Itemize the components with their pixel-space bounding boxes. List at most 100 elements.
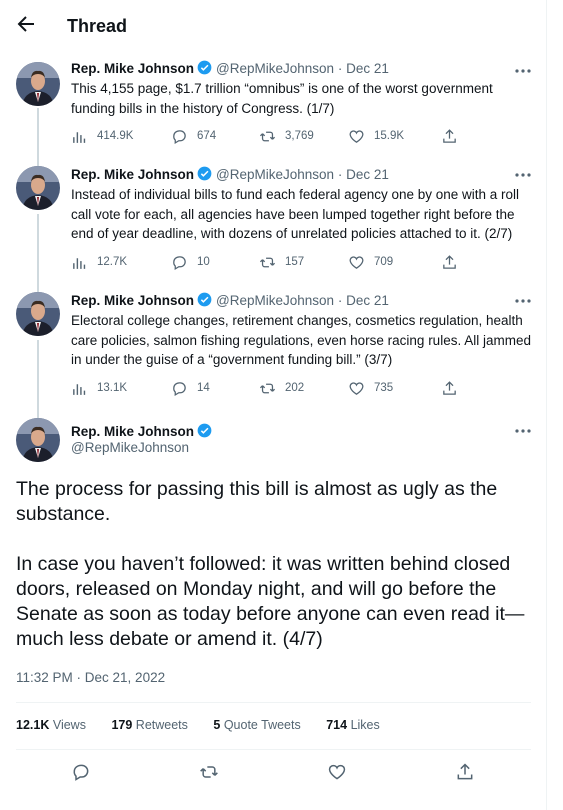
profile-photo — [16, 62, 60, 106]
verified-badge-icon — [197, 292, 212, 307]
separator: · — [337, 167, 343, 182]
retweet-icon — [259, 131, 276, 141]
more-icon — [515, 429, 531, 433]
author-handle[interactable]: @RepMikeJohnson — [216, 167, 334, 182]
divider — [16, 702, 531, 703]
back-button[interactable] — [14, 12, 38, 36]
profile-photo — [16, 418, 60, 462]
views-button[interactable]: 12.7K — [71, 252, 127, 272]
more-options-button[interactable] — [513, 292, 533, 310]
like-button[interactable]: 709 — [348, 252, 393, 272]
like-button[interactable]: 735 — [348, 378, 393, 398]
avatar[interactable] — [16, 292, 60, 336]
tweet-date[interactable]: Dec 21 — [346, 167, 389, 182]
verified-badge-icon — [197, 60, 212, 75]
author-handle[interactable]: @RepMikeJohnson — [71, 439, 189, 457]
author-name[interactable]: Rep. Mike Johnson — [71, 293, 194, 308]
more-options-button[interactable] — [513, 62, 533, 80]
avatar[interactable] — [16, 166, 60, 210]
thread-tweet[interactable]: Rep. Mike Johnson @RepMikeJohnson · Dec 2… — [0, 286, 547, 412]
main-tweet-paragraph: The process for passing this bill is alm… — [16, 478, 498, 525]
tweet-text: This 4,155 page, $1.7 trillion “omnibus”… — [71, 81, 493, 116]
separator: · — [337, 293, 343, 308]
author-handle[interactable]: @RepMikeJohnson — [216, 293, 334, 308]
quote-tweets-stat[interactable]: 5 Quote Tweets — [213, 718, 300, 732]
like-button[interactable]: 15.9K — [348, 126, 404, 146]
verified-badge-icon — [197, 166, 212, 181]
more-icon — [515, 69, 531, 73]
thread-tweet[interactable]: Rep. Mike Johnson @RepMikeJohnson · Dec 2… — [0, 54, 547, 158]
likes-stat[interactable]: 714 Likes — [326, 718, 380, 732]
reply-count: 10 — [197, 256, 210, 268]
reply-button[interactable]: 674 — [171, 126, 216, 146]
reply-icon — [173, 129, 186, 144]
share-icon — [443, 128, 456, 143]
thread-tweet[interactable]: Rep. Mike Johnson @RepMikeJohnson · Dec 2… — [0, 160, 547, 286]
avatar[interactable] — [16, 62, 60, 106]
views-button[interactable]: 13.1K — [71, 378, 127, 398]
more-icon — [515, 299, 531, 303]
tweet-meta: Rep. Mike Johnson @RepMikeJohnson · Dec 2… — [71, 292, 389, 310]
avatar[interactable] — [16, 418, 60, 462]
analytics-icon — [73, 131, 86, 143]
retweet-button[interactable] — [199, 762, 221, 784]
like-button[interactable] — [327, 762, 349, 784]
share-button[interactable] — [441, 252, 467, 272]
tweet-actions: 12.7K 10 157 709 — [71, 252, 471, 272]
author-name[interactable]: Rep. Mike Johnson — [71, 61, 194, 76]
share-icon — [457, 763, 473, 780]
thread-page: Thread Rep. Mike Johnson @RepMikeJohnson … — [0, 0, 547, 810]
reply-button[interactable] — [71, 762, 93, 784]
main-tweet-paragraph: In case you haven’t followed: it was wri… — [16, 553, 525, 650]
more-options-button[interactable] — [513, 166, 533, 184]
share-button[interactable] — [441, 126, 467, 146]
profile-photo — [16, 292, 60, 336]
main-tweet-actions — [0, 762, 547, 786]
tweet-actions: 414.9K 674 3,769 15.9K — [71, 126, 471, 146]
separator: · — [337, 61, 343, 76]
like-count: 709 — [374, 256, 394, 268]
views-count: 13.1K — [97, 382, 128, 394]
retweets-label: Retweets — [135, 718, 188, 732]
author-handle[interactable]: @RepMikeJohnson — [216, 61, 334, 76]
share-icon — [443, 254, 456, 269]
share-button[interactable] — [441, 378, 467, 398]
share-button[interactable] — [455, 762, 477, 784]
views-count: 12.1K — [16, 718, 50, 732]
author-name[interactable]: Rep. Mike Johnson — [71, 424, 194, 439]
like-count: 15.9K — [374, 130, 405, 142]
views-label: Views — [52, 718, 86, 732]
retweet-count: 3,769 — [285, 130, 314, 142]
retweet-button[interactable]: 202 — [259, 378, 304, 398]
views-button[interactable]: 414.9K — [71, 126, 133, 146]
reply-button[interactable]: 14 — [171, 378, 210, 398]
more-icon — [515, 173, 531, 177]
tweet-meta: Rep. Mike Johnson @RepMikeJohnson · Dec 2… — [71, 166, 389, 184]
reply-button[interactable]: 10 — [171, 252, 210, 272]
tweet-timestamp[interactable]: 11:32 PM · Dec 21, 2022 — [16, 669, 165, 687]
verified-badge-icon — [197, 423, 212, 438]
tweet-date[interactable]: Dec 21 — [346, 61, 389, 76]
tweet-text: Instead of individual bills to fund each… — [71, 187, 520, 241]
more-options-button[interactable] — [513, 422, 533, 440]
retweets-count: 179 — [111, 718, 133, 732]
author-name[interactable]: Rep. Mike Johnson — [71, 167, 194, 182]
tweet-date[interactable]: Dec 21 — [346, 293, 389, 308]
quotes-count: 5 — [213, 718, 221, 732]
retweet-button[interactable]: 3,769 — [259, 126, 314, 146]
reply-icon — [173, 255, 186, 270]
reply-icon — [73, 764, 89, 781]
main-tweet-text: The process for passing this bill is alm… — [16, 477, 536, 652]
heart-icon — [349, 381, 364, 395]
retweets-stat[interactable]: 179 Retweets — [111, 718, 187, 732]
retweet-button[interactable]: 157 — [259, 252, 304, 272]
heart-icon — [349, 129, 364, 143]
quotes-label: Quote Tweets — [223, 718, 301, 732]
reply-icon — [173, 381, 186, 396]
analytics-icon — [73, 257, 86, 269]
views-count: 12.7K — [97, 256, 128, 268]
analytics-icon — [73, 383, 86, 395]
tweet-stats: 12.1K Views 179 Retweets 5 Quote Tweets … — [16, 718, 402, 736]
views-stat: 12.1K Views — [16, 718, 86, 732]
reply-count: 674 — [197, 130, 217, 142]
